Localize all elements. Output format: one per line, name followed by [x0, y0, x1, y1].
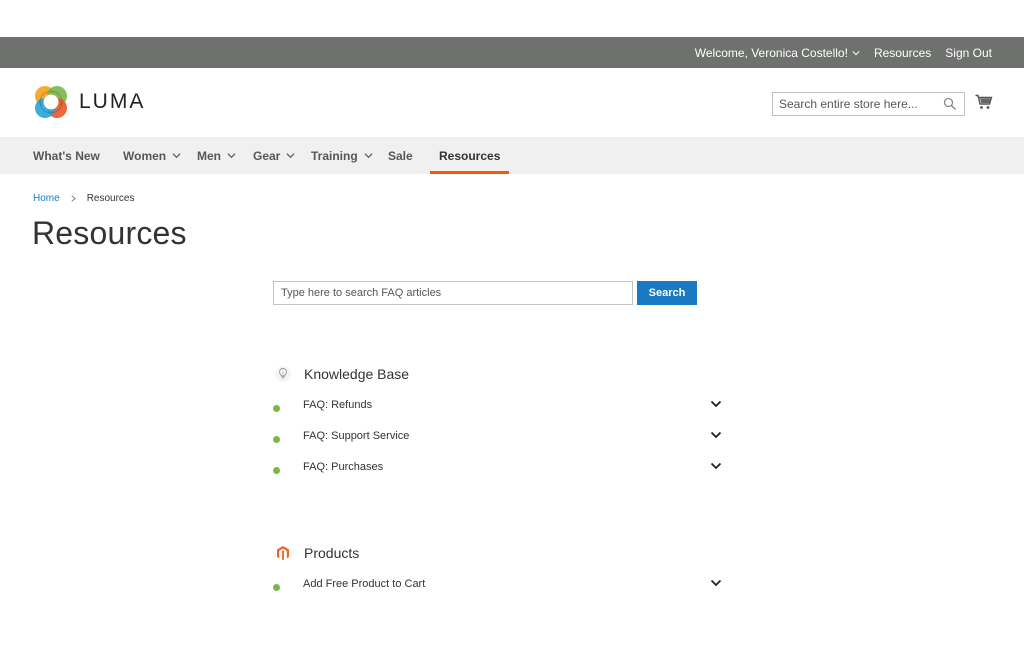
faq-item[interactable]: FAQ: Purchases	[273, 461, 723, 477]
main-nav: What's New Women Men Gear Training Sale …	[0, 137, 1024, 174]
nav-item-label: Men	[197, 148, 221, 163]
bullet-icon	[273, 436, 280, 443]
chevron-down-icon[interactable]	[710, 461, 722, 471]
nav-item-women[interactable]: Women	[123, 137, 181, 174]
faq-item[interactable]: FAQ: Support Service	[273, 430, 723, 446]
nav-item-label: Women	[123, 148, 167, 163]
panel-links: Welcome, Veronica Costello! Resources Si…	[695, 37, 992, 68]
chevron-down-icon[interactable]	[710, 399, 722, 409]
nav-item-training[interactable]: Training	[311, 137, 373, 174]
nav-item-men[interactable]: Men	[197, 137, 236, 174]
faq-item[interactable]: FAQ: Refunds	[273, 399, 723, 415]
panel-header: Welcome, Veronica Costello! Resources Si…	[0, 37, 1024, 68]
chevron-down-icon	[852, 50, 860, 55]
search-icon[interactable]	[943, 97, 957, 111]
nav-item-label: Sale	[388, 148, 413, 163]
logo[interactable]: LUMA	[33, 84, 145, 120]
nav-item-gear[interactable]: Gear	[253, 137, 295, 174]
bullet-icon	[273, 405, 280, 412]
magento-icon	[277, 546, 289, 561]
nav-item-resources[interactable]: Resources	[430, 137, 510, 174]
nav-item-label: Training	[311, 148, 358, 163]
breadcrumb-home[interactable]: Home	[33, 193, 60, 204]
nav-item-whats-new[interactable]: What's New	[33, 137, 100, 174]
welcome-text: Welcome, Veronica Costello!	[694, 45, 848, 60]
store-search	[772, 92, 965, 116]
chevron-down-icon	[227, 153, 236, 159]
chevron-down-icon	[286, 153, 295, 159]
cart-icon[interactable]	[975, 94, 993, 110]
section-title: Products	[304, 545, 360, 561]
faq-item-label: FAQ: Purchases	[303, 461, 384, 473]
faq-item-label: FAQ: Support Service	[303, 430, 410, 442]
bullet-icon	[273, 584, 280, 591]
resources-link[interactable]: Resources	[874, 46, 931, 60]
chevron-down-icon[interactable]	[710, 578, 722, 588]
lightbulb-icon	[275, 366, 291, 382]
chevron-right-icon	[71, 195, 76, 202]
nav-item-label: Gear	[253, 148, 281, 163]
breadcrumb-current: Resources	[86, 193, 135, 204]
faq-search-input[interactable]	[274, 282, 632, 304]
breadcrumb: Home Resources	[33, 193, 135, 204]
chevron-down-icon	[172, 153, 181, 159]
nav-item-sale[interactable]: Sale	[388, 137, 413, 174]
faq-search-button[interactable]: Search	[637, 281, 697, 305]
faq-item[interactable]: Add Free Product to Cart	[273, 578, 723, 594]
page-title: Resources	[32, 215, 187, 251]
logo-text: LUMA	[79, 90, 146, 113]
nav-item-label: What's New	[33, 148, 100, 163]
sign-out-link[interactable]: Sign Out	[945, 46, 992, 60]
store-search-input[interactable]	[773, 93, 938, 115]
bullet-icon	[273, 467, 280, 474]
faq-item-label: FAQ: Refunds	[303, 399, 373, 411]
section-products: Products	[274, 544, 359, 562]
section-title: Knowledge Base	[304, 366, 410, 382]
section-knowledge-base: Knowledge Base	[274, 365, 409, 383]
nav-item-label: Resources	[439, 148, 501, 163]
faq-item-label: Add Free Product to Cart	[303, 578, 426, 590]
chevron-down-icon	[364, 153, 373, 159]
customer-menu[interactable]: Welcome, Veronica Costello!	[695, 46, 860, 60]
luma-logo-icon	[35, 86, 67, 118]
faq-search	[273, 281, 633, 305]
chevron-down-icon[interactable]	[710, 430, 722, 440]
